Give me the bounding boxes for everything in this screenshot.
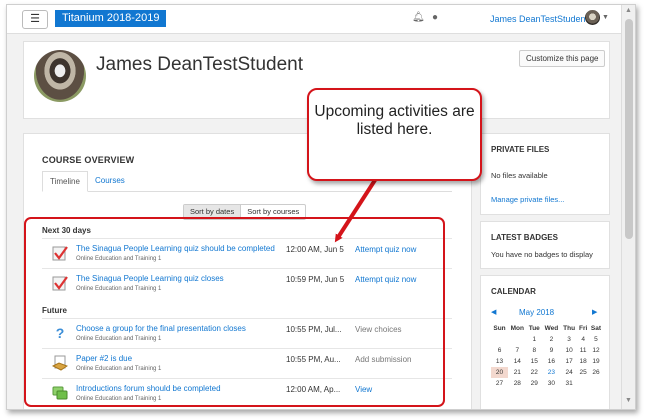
scroll-up-icon[interactable]: ▲ bbox=[625, 7, 632, 14]
calendar-month-link[interactable]: May 2018 bbox=[519, 308, 554, 317]
scroll-down-icon[interactable]: ▼ bbox=[625, 397, 632, 404]
weekday-wed: Wed bbox=[544, 325, 559, 332]
chat-icon[interactable]: ● bbox=[432, 12, 438, 23]
annotation-callout: Upcoming activities are listed here. bbox=[307, 88, 482, 181]
avatar[interactable] bbox=[585, 10, 600, 25]
calendar-empty-cell bbox=[589, 378, 603, 389]
calendar-day[interactable]: 6 bbox=[491, 345, 508, 356]
calendar-day[interactable]: 17 bbox=[561, 356, 578, 367]
calendar-day[interactable]: 11 bbox=[577, 345, 589, 356]
calendar-day[interactable]: 9 bbox=[542, 345, 561, 356]
calendar-day[interactable]: 8 bbox=[527, 345, 542, 356]
weekday-thu: Thu bbox=[563, 325, 576, 332]
calendar-day[interactable]: 7 bbox=[508, 345, 527, 356]
calendar-empty-cell bbox=[577, 378, 589, 389]
calendar-week: 13 14 15 16 17 18 19 bbox=[491, 356, 603, 367]
calendar-day[interactable]: 15 bbox=[527, 356, 542, 367]
customize-page-button[interactable]: Customize this page bbox=[519, 50, 606, 67]
top-navbar: ☰ Titanium 2018-2019 🔔︎ ● James DeanTest… bbox=[7, 5, 621, 34]
weekday-mon: Mon bbox=[510, 325, 524, 332]
calendar-day[interactable]: 14 bbox=[508, 356, 527, 367]
calendar-day[interactable]: 16 bbox=[542, 356, 561, 367]
calendar-day[interactable]: 19 bbox=[589, 356, 603, 367]
calendar-day[interactable]: 18 bbox=[577, 356, 589, 367]
chevron-down-icon[interactable]: ▼ bbox=[602, 14, 609, 21]
weekday-sun: Sun bbox=[493, 325, 506, 332]
calendar-day[interactable]: 22 bbox=[527, 367, 542, 378]
calendar-empty-cell bbox=[491, 334, 508, 345]
calendar-empty-cell bbox=[508, 334, 527, 345]
calendar-day[interactable]: 29 bbox=[527, 378, 542, 389]
site-name-button[interactable]: Titanium 2018-2019 bbox=[55, 10, 167, 27]
vertical-scrollbar[interactable]: ▲ ▼ bbox=[621, 5, 635, 409]
block-title: LATEST BADGES bbox=[491, 233, 558, 242]
calendar-day[interactable]: 28 bbox=[508, 378, 527, 389]
tab-courses[interactable]: Courses bbox=[88, 171, 132, 190]
calendar-day[interactable]: 21 bbox=[508, 367, 527, 378]
calendar-day[interactable]: 30 bbox=[542, 378, 561, 389]
no-files-text: No files available bbox=[491, 171, 548, 180]
hamburger-icon: ☰ bbox=[30, 13, 40, 25]
calendar-header: ◀ May 2018 ▶ bbox=[491, 308, 599, 320]
calendar-day[interactable]: 25 bbox=[577, 367, 589, 378]
calendar-week: 12345 bbox=[491, 334, 603, 345]
tab-timeline[interactable]: Timeline bbox=[42, 171, 88, 192]
calendar-day[interactable]: 23 bbox=[542, 367, 561, 378]
calendar-day[interactable]: 3 bbox=[561, 334, 578, 345]
calendar-weekdays: Sun Mon Tue Wed Thu Fri Sat bbox=[491, 323, 603, 334]
page-title: James DeanTestStudent bbox=[96, 54, 304, 75]
calendar-week: 6 7 8 9 10 11 12 bbox=[491, 345, 603, 356]
manage-private-files-link[interactable]: Manage private files... bbox=[491, 195, 564, 204]
calendar-day[interactable]: 12 bbox=[589, 345, 603, 356]
bell-icon[interactable]: 🔔︎ bbox=[412, 12, 425, 23]
profile-picture bbox=[34, 50, 86, 102]
block-title: PRIVATE FILES bbox=[491, 145, 550, 154]
calendar-block: CALENDAR ◀ May 2018 ▶ Sun Mon Tue Wed Th… bbox=[480, 275, 610, 409]
calendar-week: 20 21 22 23 24 25 26 bbox=[491, 367, 603, 378]
block-title: CALENDAR bbox=[491, 287, 536, 296]
calendar-day[interactable]: 20 bbox=[491, 367, 509, 378]
latest-badges-block: LATEST BADGES You have no badges to disp… bbox=[480, 221, 610, 269]
scrollbar-thumb[interactable] bbox=[625, 19, 633, 239]
calendar-day[interactable]: 24 bbox=[561, 367, 578, 378]
user-menu-name[interactable]: James DeanTestStudent bbox=[490, 14, 588, 24]
calendar-grid: Sun Mon Tue Wed Thu Fri Sat 1 2 3 4 5 6 7 8 9 10 1… bbox=[491, 323, 603, 389]
arrow-right-icon[interactable]: ▶ bbox=[592, 308, 597, 316]
calendar-day[interactable]: 10 bbox=[561, 345, 578, 356]
browser-frame: ☰ Titanium 2018-2019 🔔︎ ● James DeanTest… bbox=[6, 4, 636, 410]
menu-toggle-button[interactable]: ☰ bbox=[22, 10, 48, 29]
calendar-day[interactable]: 27 bbox=[491, 378, 508, 389]
calendar-day[interactable]: 1 bbox=[527, 334, 542, 345]
arrow-left-icon[interactable]: ◀ bbox=[491, 308, 496, 316]
block-title: COURSE OVERVIEW bbox=[42, 155, 135, 165]
annotation-highlight-box bbox=[24, 217, 445, 407]
calendar-day[interactable]: 31 bbox=[561, 378, 578, 389]
callout-text: Upcoming activities are listed here. bbox=[314, 103, 475, 138]
calendar-day[interactable]: 5 bbox=[589, 334, 603, 345]
no-badges-text: You have no badges to display bbox=[491, 250, 593, 259]
weekday-tue: Tue bbox=[528, 325, 540, 332]
calendar-week: 27 28 29 30 31 bbox=[491, 378, 603, 389]
private-files-block: PRIVATE FILES No files available Manage … bbox=[480, 133, 610, 215]
calendar-day[interactable]: 13 bbox=[491, 356, 508, 367]
weekday-sat: Sat bbox=[590, 325, 602, 332]
calendar-day[interactable]: 26 bbox=[589, 367, 603, 378]
calendar-day[interactable]: 4 bbox=[577, 334, 589, 345]
calendar-day[interactable]: 2 bbox=[542, 334, 561, 345]
weekday-fri: Fri bbox=[579, 325, 588, 332]
